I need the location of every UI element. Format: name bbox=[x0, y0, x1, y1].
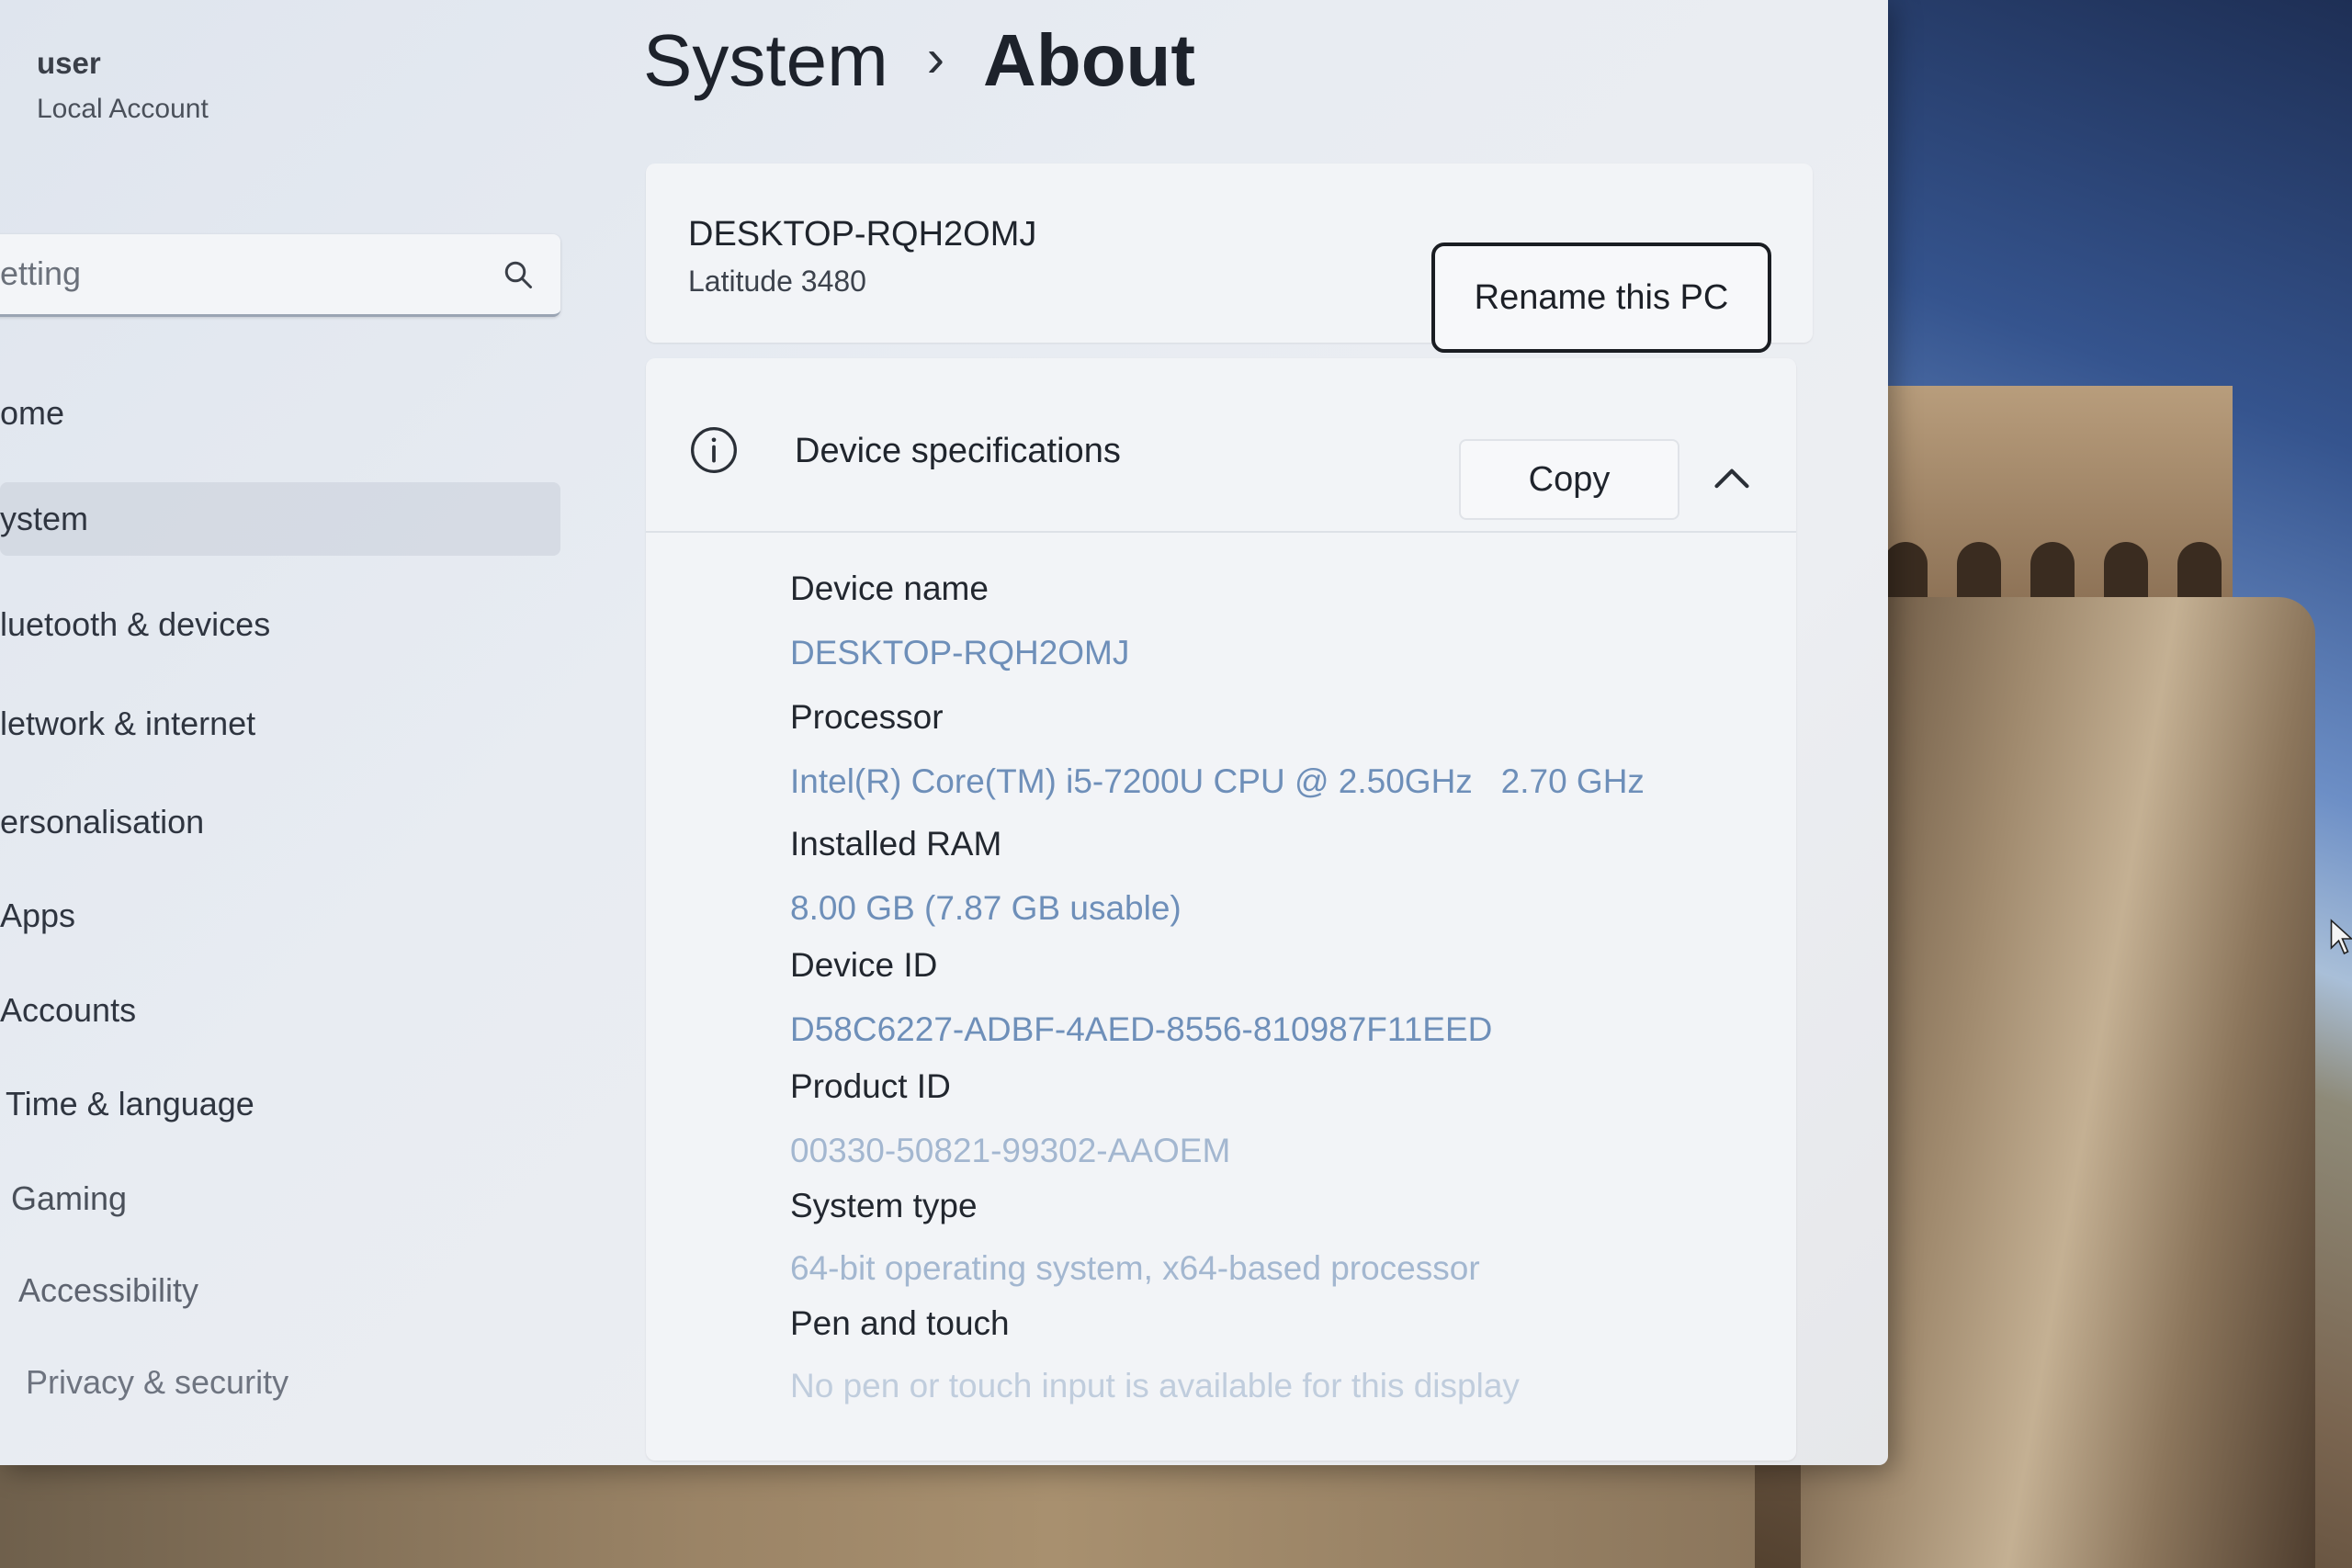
spec-label-device-name: Device name bbox=[790, 570, 989, 607]
user-name: user bbox=[37, 46, 101, 80]
breadcrumb-separator: › bbox=[926, 28, 945, 89]
spec-value-system-type[interactable]: 64-bit operating system, x64-based proce… bbox=[790, 1249, 1480, 1288]
search-icon[interactable] bbox=[502, 258, 535, 291]
page-title: About bbox=[983, 19, 1196, 101]
wallpaper-arch bbox=[2177, 542, 2222, 597]
sidebar-item-system[interactable]: ystem bbox=[0, 482, 560, 556]
wallpaper-arch bbox=[2104, 542, 2148, 597]
copy-button[interactable]: Copy bbox=[1459, 439, 1679, 520]
spec-value-pen-touch[interactable]: No pen or touch input is available for t… bbox=[790, 1367, 1520, 1405]
sidebar-item-gaming[interactable]: Gaming bbox=[0, 1162, 560, 1235]
pc-model: Latitude 3480 bbox=[688, 265, 866, 298]
spec-label-product-id: Product ID bbox=[790, 1067, 951, 1105]
sidebar-item-home[interactable]: ome bbox=[0, 377, 560, 450]
search-input[interactable]: etting bbox=[0, 254, 81, 293]
sidebar-item-privacy-security[interactable]: Privacy & security bbox=[0, 1346, 560, 1419]
mouse-cursor-icon bbox=[2330, 919, 2352, 955]
settings-window: user Local Account etting ome ystem luet… bbox=[0, 0, 1888, 1465]
wallpaper-arch bbox=[2030, 542, 2075, 597]
spec-value-product-id[interactable]: 00330-50821-99302-AAOEM bbox=[790, 1132, 1230, 1170]
info-icon bbox=[691, 427, 737, 473]
chevron-up-icon[interactable] bbox=[1712, 464, 1752, 491]
sidebar-item-time-language[interactable]: Time & language bbox=[0, 1067, 560, 1141]
spec-label-installed-ram: Installed RAM bbox=[790, 825, 1002, 863]
spec-value-installed-ram[interactable]: 8.00 GB (7.87 GB usable) bbox=[790, 889, 1182, 928]
breadcrumb-parent[interactable]: System bbox=[643, 19, 888, 101]
device-specifications-header[interactable]: Device specifications Copy bbox=[646, 358, 1796, 533]
spec-value-processor[interactable]: Intel(R) Core(TM) i5-7200U CPU @ 2.50GHz… bbox=[790, 762, 1645, 801]
user-account-type: Local Account bbox=[37, 94, 209, 124]
sidebar-item-bluetooth[interactable]: luetooth & devices bbox=[0, 588, 560, 661]
search-box[interactable]: etting bbox=[0, 234, 560, 317]
spec-value-device-id[interactable]: D58C6227-ADBF-4AED-8556-810987F11EED bbox=[790, 1010, 1492, 1049]
pc-name: DESKTOP-RQH2OMJ bbox=[688, 215, 1037, 254]
sidebar-item-apps[interactable]: Apps bbox=[0, 879, 560, 953]
device-specifications-title: Device specifications bbox=[795, 432, 1121, 470]
spec-label-pen-touch: Pen and touch bbox=[790, 1304, 1010, 1342]
sidebar-item-accessibility[interactable]: Accessibility bbox=[0, 1254, 560, 1327]
spec-label-system-type: System type bbox=[790, 1187, 978, 1224]
wallpaper-arch bbox=[1883, 542, 1928, 597]
device-specifications-card: Device specifications Copy Device name D… bbox=[646, 358, 1796, 1461]
spec-label-device-id: Device ID bbox=[790, 946, 938, 984]
spec-value-device-name[interactable]: DESKTOP-RQH2OMJ bbox=[790, 634, 1129, 672]
breadcrumb: System › About bbox=[643, 18, 1195, 103]
sidebar-item-network[interactable]: letwork & internet bbox=[0, 687, 560, 761]
wallpaper-arch bbox=[1957, 542, 2001, 597]
sidebar-item-personalisation[interactable]: ersonalisation bbox=[0, 785, 560, 859]
sidebar-item-accounts[interactable]: Accounts bbox=[0, 974, 560, 1047]
rename-pc-button[interactable]: Rename this PC bbox=[1431, 243, 1771, 353]
spec-label-processor: Processor bbox=[790, 698, 944, 736]
pc-name-card: DESKTOP-RQH2OMJ Latitude 3480 Rename thi… bbox=[646, 164, 1813, 353]
